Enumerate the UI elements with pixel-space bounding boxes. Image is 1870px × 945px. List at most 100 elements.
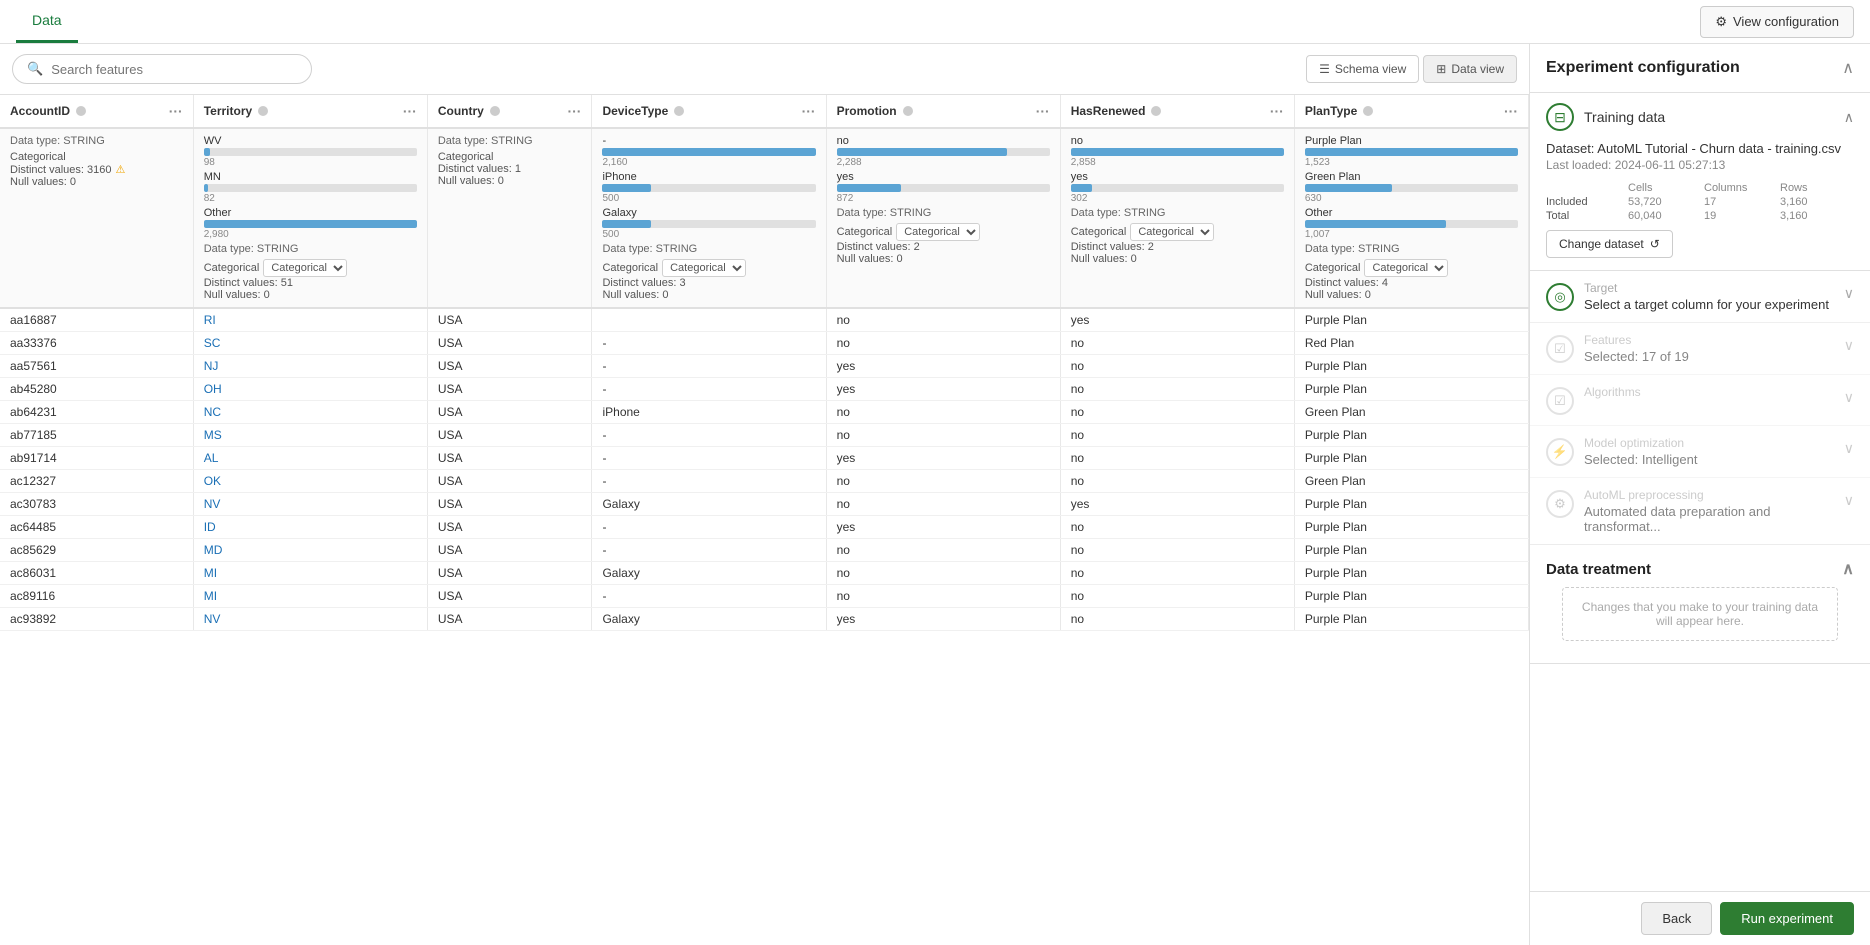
col-dot bbox=[1363, 106, 1373, 116]
cell-plantype: Green Plan bbox=[1294, 470, 1528, 493]
dataset-info: Dataset: AutoML Tutorial - Churn data - … bbox=[1530, 141, 1870, 270]
col-more-devicetype[interactable]: ··· bbox=[802, 103, 816, 119]
cell-promotion: yes bbox=[826, 447, 1060, 470]
search-box[interactable]: 🔍 bbox=[12, 54, 312, 84]
model-opt-expand-icon[interactable]: ∨ bbox=[1844, 440, 1854, 457]
view-configuration-button[interactable]: ⚙ View configuration bbox=[1700, 6, 1854, 38]
table-row: ab45280OHUSA-yesnoPurple Plan bbox=[0, 378, 1529, 401]
col-more-promotion[interactable]: ··· bbox=[1036, 103, 1050, 119]
cell-devicetype: iPhone bbox=[592, 401, 826, 424]
data-treatment-section: Data treatment ∧ Changes that you make t… bbox=[1530, 545, 1870, 664]
col-label: Country bbox=[438, 104, 484, 118]
training-data-chevron[interactable]: ∧ bbox=[1844, 109, 1854, 126]
change-dataset-button[interactable]: Change dataset ↺ bbox=[1546, 230, 1673, 258]
cell-accountid: ac64485 bbox=[0, 516, 193, 539]
view-toggles: ☰ Schema view ⊞ Data view bbox=[1306, 55, 1517, 83]
model-optimization-section[interactable]: ⚡ Model optimization Selected: Intellige… bbox=[1530, 426, 1870, 478]
cell-plantype: Purple Plan bbox=[1294, 539, 1528, 562]
dataset-name: Dataset: AutoML Tutorial - Churn data - … bbox=[1546, 141, 1854, 156]
back-button[interactable]: Back bbox=[1641, 902, 1712, 935]
cell-hasrenewed: no bbox=[1060, 447, 1294, 470]
col-more-accountid[interactable]: ··· bbox=[169, 103, 183, 119]
data-table: AccountID ··· Territory ··· bbox=[0, 95, 1529, 631]
cell-plantype: Purple Plan bbox=[1294, 447, 1528, 470]
cell-territory: MD bbox=[193, 539, 427, 562]
schema-view-button[interactable]: ☰ Schema view bbox=[1306, 55, 1419, 83]
cell-hasrenewed: no bbox=[1060, 401, 1294, 424]
data-treatment-chevron[interactable]: ∧ bbox=[1842, 559, 1854, 579]
cell-territory: NV bbox=[193, 493, 427, 516]
cell-hasrenewed: no bbox=[1060, 424, 1294, 447]
cell-devicetype: Galaxy bbox=[592, 608, 826, 631]
cell-territory: MI bbox=[193, 562, 427, 585]
cell-promotion: yes bbox=[826, 516, 1060, 539]
training-data-title: ⊟ Training data bbox=[1546, 103, 1665, 131]
search-icon: 🔍 bbox=[27, 61, 43, 77]
cell-hasrenewed: no bbox=[1060, 585, 1294, 608]
cell-hasrenewed: no bbox=[1060, 355, 1294, 378]
table-icon: ⊞ bbox=[1436, 62, 1446, 76]
cell-country: USA bbox=[427, 493, 592, 516]
automl-title: AutoML preprocessing bbox=[1584, 488, 1834, 502]
exp-panel-header: Experiment configuration ∧ bbox=[1530, 44, 1870, 93]
cell-plantype: Red Plan bbox=[1294, 332, 1528, 355]
category-select-plantype[interactable]: Categorical bbox=[1364, 259, 1448, 277]
col-more-plantype[interactable]: ··· bbox=[1504, 103, 1518, 119]
table-row: ab77185MSUSA-nonoPurple Plan bbox=[0, 424, 1529, 447]
cell-accountid: ab77185 bbox=[0, 424, 193, 447]
table-row: ac85629MDUSA-nonoPurple Plan bbox=[0, 539, 1529, 562]
main-content: 🔍 ☰ Schema view ⊞ Data view bbox=[0, 44, 1870, 945]
cell-devicetype: - bbox=[592, 424, 826, 447]
features-section[interactable]: ☑ Features Selected: 17 of 19 ∨ bbox=[1530, 323, 1870, 375]
chevron-up-icon[interactable]: ∧ bbox=[1842, 58, 1854, 78]
algorithms-expand-icon[interactable]: ∨ bbox=[1844, 389, 1854, 406]
category-select-territory[interactable]: Categorical bbox=[263, 259, 347, 277]
category-select-promotion[interactable]: Categorical bbox=[896, 223, 980, 241]
model-opt-title: Model optimization bbox=[1584, 436, 1834, 450]
stats-cell-plantype: Purple Plan 1,523 Green Plan 630 Other 1… bbox=[1294, 128, 1528, 308]
cell-plantype: Purple Plan bbox=[1294, 516, 1528, 539]
target-expand-icon[interactable]: ∨ bbox=[1844, 285, 1854, 302]
cell-promotion: no bbox=[826, 401, 1060, 424]
cell-territory: MS bbox=[193, 424, 427, 447]
cell-country: USA bbox=[427, 308, 592, 332]
cell-hasrenewed: no bbox=[1060, 562, 1294, 585]
col-more-territory[interactable]: ··· bbox=[403, 103, 417, 119]
cell-devicetype: - bbox=[592, 447, 826, 470]
cell-country: USA bbox=[427, 355, 592, 378]
features-content: Features Selected: 17 of 19 bbox=[1584, 333, 1834, 364]
cell-country: USA bbox=[427, 424, 592, 447]
cell-plantype: Purple Plan bbox=[1294, 308, 1528, 332]
category-select-devicetype[interactable]: Categorical bbox=[662, 259, 746, 277]
table-row: ac89116MIUSA-nonoPurple Plan bbox=[0, 585, 1529, 608]
automl-preprocessing-section[interactable]: ⚙ AutoML preprocessing Automated data pr… bbox=[1530, 478, 1870, 545]
col-more-hasrenewed[interactable]: ··· bbox=[1270, 103, 1284, 119]
col-dot bbox=[1151, 106, 1161, 116]
automl-expand-icon[interactable]: ∨ bbox=[1844, 492, 1854, 509]
cell-territory: ID bbox=[193, 516, 427, 539]
right-panel-inner: ⊟ Training data ∧ Dataset: AutoML Tutori… bbox=[1530, 93, 1870, 891]
tab-data[interactable]: Data bbox=[16, 0, 78, 43]
col-header-plantype: PlanType ··· bbox=[1294, 95, 1528, 128]
col-label: HasRenewed bbox=[1071, 104, 1146, 118]
target-section[interactable]: ◎ Target Select a target column for your… bbox=[1530, 271, 1870, 323]
features-expand-icon[interactable]: ∨ bbox=[1844, 337, 1854, 354]
cell-country: USA bbox=[427, 378, 592, 401]
cell-plantype: Purple Plan bbox=[1294, 378, 1528, 401]
run-experiment-button[interactable]: Run experiment bbox=[1720, 902, 1854, 935]
category-select-hasrenewed[interactable]: Categorical bbox=[1130, 223, 1214, 241]
cell-territory: OH bbox=[193, 378, 427, 401]
col-header-accountid: AccountID ··· bbox=[0, 95, 193, 128]
algorithms-section[interactable]: ☑ Algorithms ∨ bbox=[1530, 375, 1870, 426]
cell-territory: NC bbox=[193, 401, 427, 424]
search-input[interactable] bbox=[51, 62, 297, 77]
automl-content: AutoML preprocessing Automated data prep… bbox=[1584, 488, 1834, 534]
data-view-button[interactable]: ⊞ Data view bbox=[1423, 55, 1517, 83]
cell-territory: SC bbox=[193, 332, 427, 355]
cell-hasrenewed: no bbox=[1060, 470, 1294, 493]
col-more-country[interactable]: ··· bbox=[567, 103, 581, 119]
cell-devicetype: - bbox=[592, 539, 826, 562]
cell-country: USA bbox=[427, 585, 592, 608]
cell-accountid: aa33376 bbox=[0, 332, 193, 355]
automl-icon: ⚙ bbox=[1546, 490, 1574, 518]
